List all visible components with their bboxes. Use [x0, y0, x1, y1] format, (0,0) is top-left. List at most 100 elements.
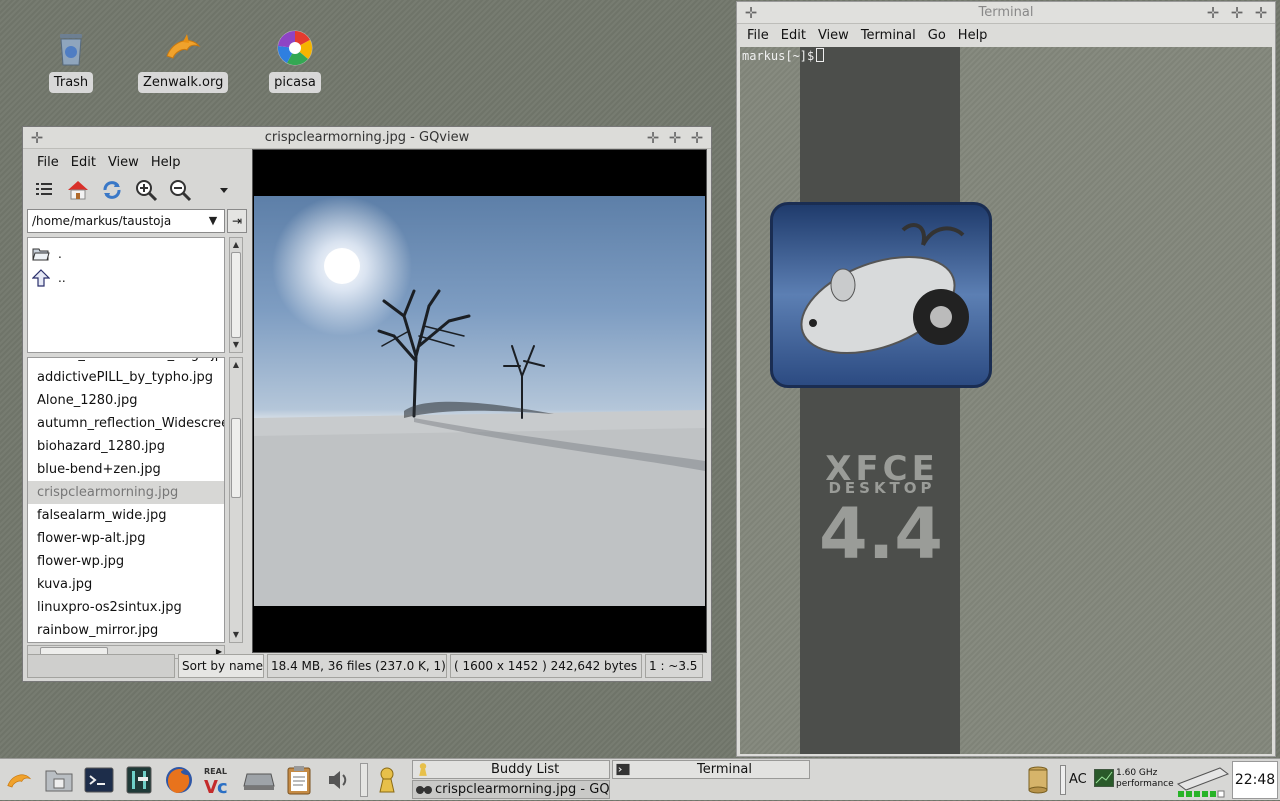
file-row[interactable]: blue-bend+zen.jpg [28, 458, 224, 481]
minimize-icon[interactable]: ✛ [645, 130, 661, 146]
terminal-window: ✛ Terminal ✛ ✛ ✛ File Edit View Terminal… [736, 1, 1276, 757]
desktop-icon-label: Trash [48, 72, 94, 93]
menu-edit[interactable]: Edit [775, 28, 812, 43]
menu-help[interactable]: Help [145, 155, 187, 170]
task-terminal[interactable]: Terminal [612, 760, 810, 779]
svg-text:REAL: REAL [204, 767, 227, 776]
scroll-thumb[interactable] [231, 418, 241, 498]
task-label: crispclearmorning.jpg - GQ... [435, 782, 610, 797]
desktop-icon-zenwalk[interactable]: Zenwalk.org [138, 28, 229, 93]
terminal-prompt-line: markus[~]$ [742, 48, 825, 63]
zoom-out-icon[interactable] [167, 177, 193, 203]
maximize-icon[interactable]: ✛ [667, 130, 683, 146]
window-titlebar[interactable]: ✛ crispclearmorning.jpg - GQview ✛ ✛ ✛ [23, 127, 711, 149]
xfce-mouse-logo [770, 202, 992, 388]
task-label: Terminal [697, 762, 752, 777]
task-buddy-list[interactable]: Buddy List [412, 760, 610, 779]
window-titlebar[interactable]: ✛ Terminal ✛ ✛ ✛ [737, 2, 1275, 24]
folder-open-icon [32, 248, 50, 261]
path-input[interactable]: /home/markus/taustoja [27, 209, 225, 233]
menubar: File Edit View Help [27, 151, 247, 173]
desktop-icon-trash[interactable]: Trash [26, 28, 116, 93]
menu-file[interactable]: File [741, 28, 775, 43]
window-menu-icon[interactable]: ✛ [743, 5, 759, 21]
desktop-icon-picasa[interactable]: picasa [250, 28, 340, 93]
file-row[interactable]: autumn_reflection_Widescreen_ [28, 412, 224, 435]
close-icon[interactable]: ✛ [689, 130, 705, 146]
file-row[interactable]: flower-wp-alt.jpg [28, 527, 224, 550]
cursor [816, 48, 825, 62]
scroll-down-icon[interactable]: ▼ [230, 629, 242, 641]
clock[interactable]: 22:48 [1232, 761, 1278, 799]
file-list-scrollbar[interactable]: ▲ ▼ [229, 357, 243, 643]
menu-view[interactable]: View [812, 28, 855, 43]
home-folder-icon[interactable] [42, 763, 76, 797]
settings-icon[interactable] [122, 763, 156, 797]
picasa-icon [275, 28, 315, 68]
menu-view[interactable]: View [102, 155, 145, 170]
directory-scrollbar[interactable]: ▲ ▼ [229, 237, 243, 353]
file-row-selected[interactable]: crispclearmorning.jpg [28, 481, 224, 504]
scroll-up-icon[interactable]: ▲ [230, 239, 242, 251]
gqview-icon [416, 786, 432, 794]
toolbar [27, 173, 247, 207]
drive-icon[interactable] [242, 763, 276, 797]
clipboard-icon[interactable] [282, 763, 316, 797]
dropdown-arrow-icon[interactable] [211, 177, 237, 203]
file-row[interactable]: addictivePILL_by_typho.jpg [28, 366, 224, 389]
image-viewer[interactable] [252, 149, 707, 653]
refresh-icon[interactable] [99, 177, 125, 203]
file-row[interactable]: 60256_1138303982_large.jpg [28, 358, 224, 366]
firefox-icon[interactable] [162, 763, 196, 797]
directory-row[interactable]: .. [30, 266, 222, 290]
file-row[interactable]: biohazard_1280.jpg [28, 435, 224, 458]
menu-terminal[interactable]: Terminal [855, 28, 922, 43]
terminal-screen[interactable]: XFCE DESKTOP 4.4 markus[~]$ [740, 47, 1272, 754]
file-row[interactable]: kuva.jpg [28, 573, 224, 596]
zoom-in-icon[interactable] [133, 177, 159, 203]
file-row[interactable]: linuxpro-os2sintux.jpg [28, 596, 224, 619]
status-dimensions: ( 1600 x 1452 ) 242,642 bytes [450, 654, 642, 678]
background-strip [800, 47, 960, 754]
window-menu-icon[interactable]: ✛ [29, 130, 45, 146]
minimize-icon[interactable]: ✛ [1205, 5, 1221, 21]
task-gqview-active[interactable]: crispclearmorning.jpg - GQ... [412, 780, 610, 799]
scroll-thumb[interactable] [231, 252, 241, 338]
directory-row[interactable]: . [30, 242, 222, 266]
photo-image [254, 196, 705, 606]
battery-level-bar [1060, 765, 1066, 795]
svg-text:c: c [217, 777, 228, 795]
status-summary: 18.4 MB, 36 files (237.0 K, 1) [267, 654, 447, 678]
terminal-icon[interactable] [82, 763, 116, 797]
menu-edit[interactable]: Edit [65, 155, 102, 170]
maximize-icon[interactable]: ✛ [1229, 5, 1245, 21]
path-dropdown-icon[interactable]: ▼ [203, 211, 223, 231]
window-title: crispclearmorning.jpg - GQview [264, 130, 470, 145]
path-go-button[interactable]: ⇥ [227, 209, 247, 233]
file-row[interactable]: Alone_1280.jpg [28, 389, 224, 412]
volume-icon[interactable] [322, 763, 356, 797]
list-view-icon[interactable] [31, 177, 57, 203]
battery-icon[interactable] [1026, 765, 1050, 798]
menu-help[interactable]: Help [952, 28, 994, 43]
file-row[interactable]: rainbow_mirror.jpg [28, 619, 224, 642]
menu-file[interactable]: File [31, 155, 65, 170]
file-row[interactable]: falsealarm_wide.jpg [28, 504, 224, 527]
cpu-graph-icon[interactable] [1093, 768, 1115, 790]
network-card-icon[interactable] [1176, 762, 1230, 801]
dolphin-icon[interactable] [2, 763, 36, 797]
terminal-prompt: markus[~]$ [742, 49, 815, 63]
sort-button[interactable]: Sort by name [178, 654, 264, 678]
file-row[interactable]: flower-wp.jpg [28, 550, 224, 573]
status-zoom: 1 : ~3.5 [645, 654, 703, 678]
panel-separator[interactable] [360, 763, 368, 797]
gqview-window: ✛ crispclearmorning.jpg - GQview ✛ ✛ ✛ F… [22, 126, 712, 682]
menu-go[interactable]: Go [922, 28, 952, 43]
close-icon[interactable]: ✛ [1253, 5, 1269, 21]
scroll-down-icon[interactable]: ▼ [230, 339, 242, 351]
scroll-up-icon[interactable]: ▲ [230, 359, 242, 371]
home-icon[interactable] [65, 177, 91, 203]
realvnc-icon[interactable]: REAL Vc [202, 763, 236, 797]
pidgin-icon[interactable] [370, 763, 404, 797]
directory-name: . [58, 247, 62, 261]
